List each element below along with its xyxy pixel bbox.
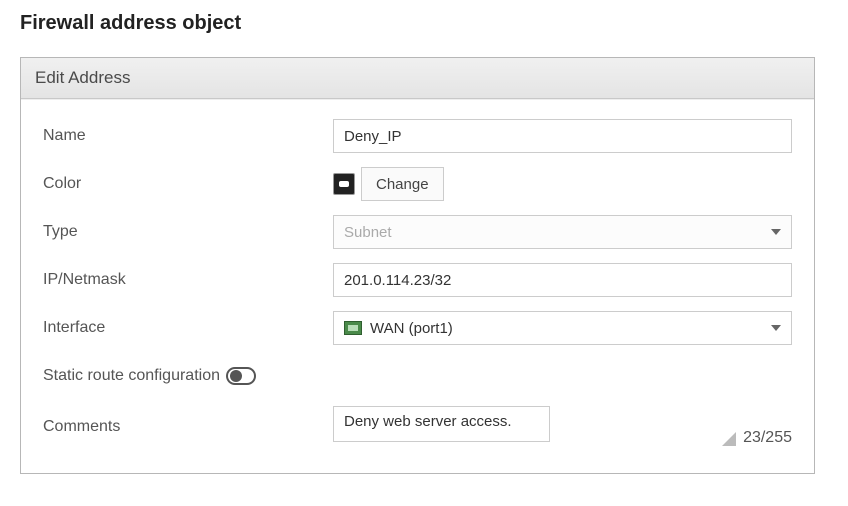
interface-wan-icon [344, 321, 362, 335]
name-input[interactable] [333, 119, 792, 153]
change-color-button[interactable]: Change [361, 167, 444, 201]
panel-header: Edit Address [21, 58, 814, 99]
panel-body: Name Color Change Type Subnet IP/Netmask [21, 99, 814, 473]
resize-handle-icon[interactable] [722, 432, 736, 446]
row-ip-netmask: IP/Netmask [43, 262, 792, 298]
row-type: Type Subnet [43, 214, 792, 250]
row-interface: Interface WAN (port1) [43, 310, 792, 346]
chevron-down-icon [771, 325, 781, 331]
label-color: Color [43, 175, 333, 193]
label-ip-netmask: IP/Netmask [43, 271, 333, 289]
chevron-down-icon [771, 229, 781, 235]
comments-input[interactable] [333, 406, 550, 442]
label-interface: Interface [43, 319, 333, 337]
ip-netmask-input[interactable] [333, 263, 792, 297]
static-route-toggle[interactable] [226, 367, 256, 385]
interface-select-value: WAN (port1) [370, 320, 453, 337]
label-name: Name [43, 127, 333, 145]
row-comments: Comments 23/255 [43, 406, 792, 447]
label-comments: Comments [43, 418, 333, 436]
label-type: Type [43, 223, 333, 241]
type-select[interactable]: Subnet [333, 215, 792, 249]
row-name: Name [43, 118, 792, 154]
interface-select[interactable]: WAN (port1) [333, 311, 792, 345]
page-title: Firewall address object [20, 12, 828, 35]
comments-char-count: 23/255 [743, 429, 792, 447]
row-static-route: Static route configuration [43, 358, 792, 394]
color-swatch-icon[interactable] [333, 173, 355, 195]
row-color: Color Change [43, 166, 792, 202]
label-static-route: Static route configuration [43, 367, 333, 385]
type-select-value: Subnet [344, 224, 392, 241]
edit-address-panel: Edit Address Name Color Change Type Subn… [20, 57, 815, 474]
